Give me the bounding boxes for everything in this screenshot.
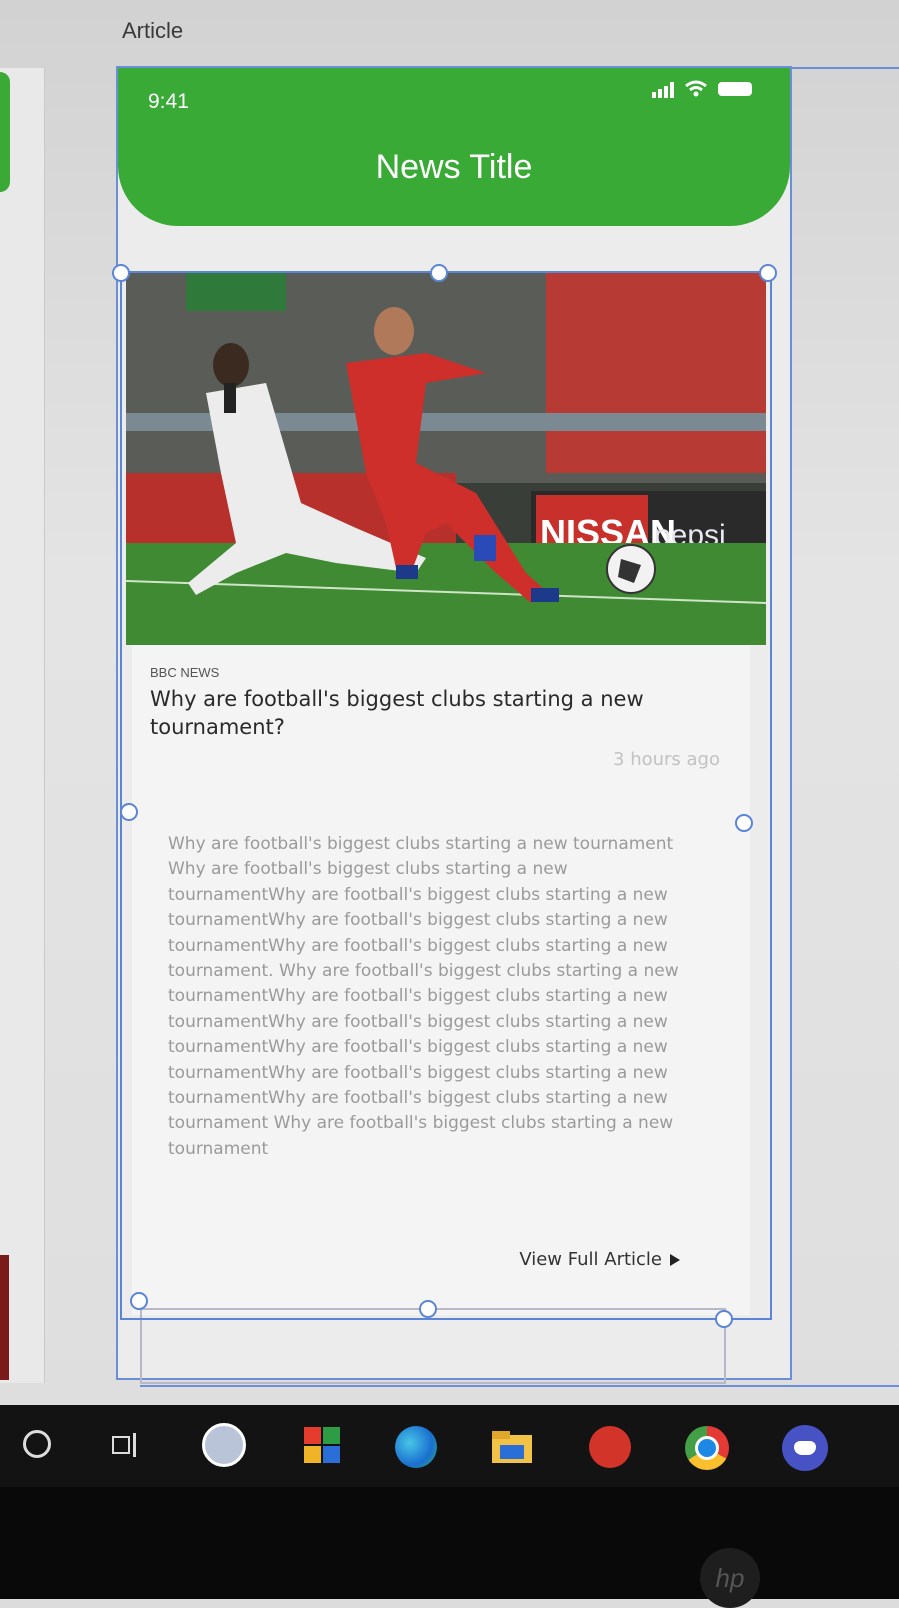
task-view-icon[interactable] xyxy=(108,1427,144,1463)
view-full-article-button[interactable]: View Full Article xyxy=(519,1249,680,1270)
resize-handle-middle-left[interactable] xyxy=(120,803,138,821)
artboard-label[interactable]: Article xyxy=(122,18,183,44)
resize-handle-bottom-center[interactable] xyxy=(419,1300,437,1318)
resize-handle-top-center[interactable] xyxy=(430,264,448,282)
canvas-guide-line xyxy=(140,1385,899,1387)
app-header: 9:41 News Title xyxy=(118,68,790,226)
file-explorer-icon[interactable] xyxy=(488,1425,536,1469)
resize-handle-top-left[interactable] xyxy=(112,264,130,282)
resize-handle-bottom-left[interactable] xyxy=(130,1292,148,1310)
resize-handle-middle-right[interactable] xyxy=(735,814,753,832)
chrome-icon[interactable] xyxy=(682,1423,732,1473)
phone-artboard[interactable]: 9:41 News Title NISSAN pepsi BBC NEWS Wh… xyxy=(112,66,792,1384)
article-timestamp: 3 hours ago xyxy=(613,749,720,770)
colorful-tiles-icon[interactable] xyxy=(300,1423,344,1467)
red-app-icon[interactable] xyxy=(586,1423,634,1471)
adjacent-artboard-image xyxy=(0,1255,9,1380)
adjacent-artboard-header xyxy=(0,72,10,192)
view-full-article-label: View Full Article xyxy=(519,1249,662,1270)
resize-handle-top-right[interactable] xyxy=(759,264,777,282)
wifi-icon xyxy=(685,80,707,97)
article-card[interactable]: BBC NEWS Why are football's biggest club… xyxy=(132,645,750,1315)
bottom-placeholder-frame[interactable] xyxy=(140,1308,726,1384)
play-arrow-icon xyxy=(670,1253,680,1266)
hero-image[interactable]: NISSAN pepsi xyxy=(126,273,766,645)
laptop-bezel xyxy=(0,1487,899,1599)
app-circle-icon[interactable] xyxy=(202,1423,246,1467)
signal-icon xyxy=(652,80,674,98)
status-time: 9:41 xyxy=(148,90,189,113)
hp-logo: hp xyxy=(700,1548,760,1608)
football-photo: NISSAN pepsi xyxy=(126,273,766,645)
article-headline[interactable]: Why are football's biggest clubs startin… xyxy=(150,685,690,741)
edge-browser-icon[interactable] xyxy=(392,1423,440,1471)
battery-icon xyxy=(718,82,752,96)
article-body: Why are football's biggest clubs startin… xyxy=(168,834,679,1159)
status-icons xyxy=(652,80,752,98)
start-circle-icon[interactable] xyxy=(20,1427,54,1461)
windows-taskbar xyxy=(0,1405,899,1487)
resize-handle-bottom-right[interactable] xyxy=(715,1310,733,1328)
adjacent-artboard[interactable] xyxy=(0,68,45,1383)
news-title: News Title xyxy=(375,148,533,186)
canvas-guide-line xyxy=(790,67,899,69)
article-source: BBC NEWS xyxy=(150,665,220,680)
discord-icon[interactable] xyxy=(780,1423,830,1473)
